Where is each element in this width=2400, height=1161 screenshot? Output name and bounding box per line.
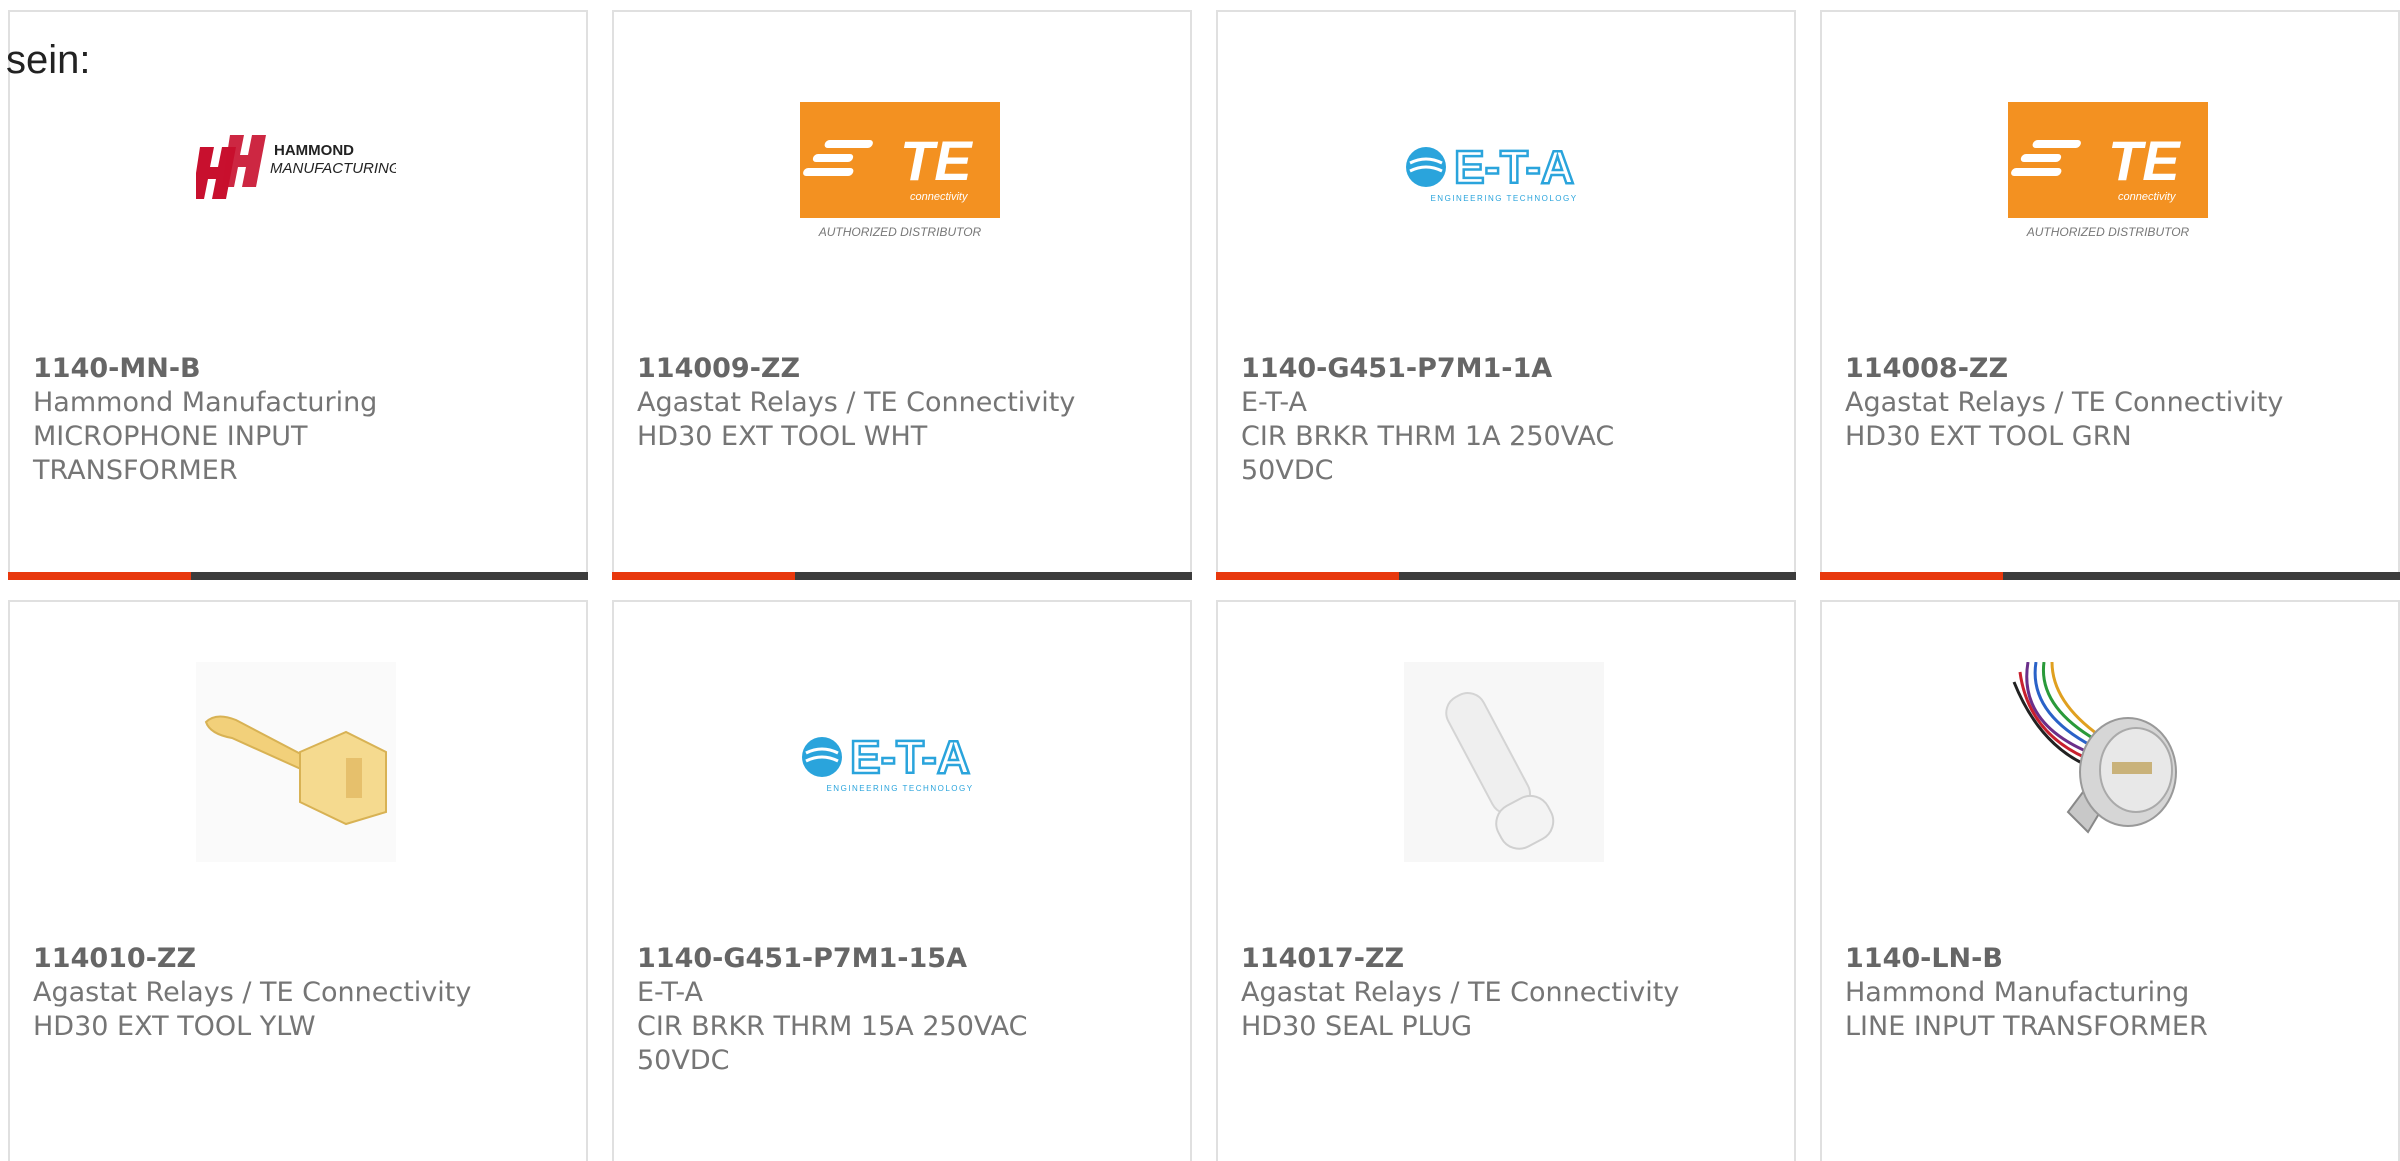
manufacturer-name: E-T-A: [637, 977, 703, 1008]
svg-text:MANUFACTURING.: MANUFACTURING.: [270, 160, 396, 177]
svg-text:HAMMOND: HAMMOND: [274, 142, 354, 159]
part-number-link[interactable]: 1140-LN-B: [1845, 942, 2365, 976]
part-number-link[interactable]: 114010-ZZ: [33, 942, 553, 976]
te-connectivity-logo: TE connectivity AUTHORIZED DISTRIBUTOR: [2008, 72, 2208, 272]
eta-logo: E-T-A ENGINEERING TECHNOLOGY: [1404, 72, 1604, 272]
product-card[interactable]: 114017-ZZ Agastat Relays / TE Connectivi…: [1216, 600, 1796, 1161]
manufacturer-name: Agastat Relays / TE Connectivity: [1241, 977, 1680, 1008]
manufacturer-name: Hammond Manufacturing: [33, 387, 378, 418]
part-number-link[interactable]: 1140-G451-P7M1-15A: [637, 942, 1157, 976]
part-number-link[interactable]: 114017-ZZ: [1241, 942, 1761, 976]
svg-text:connectivity: connectivity: [910, 191, 969, 203]
manufacturer-name: Agastat Relays / TE Connectivity: [33, 977, 472, 1008]
svg-text:AUTHORIZED DISTRIBUTOR: AUTHORIZED DISTRIBUTOR: [2026, 225, 2190, 239]
product-grid-page: sein: HAMMOND MANUFACTURING. 1140-MN-B H…: [0, 0, 2400, 1161]
svg-text:ENGINEERING TECHNOLOGY: ENGINEERING TECHNOLOGY: [1430, 194, 1577, 203]
manufacturer-name: Hammond Manufacturing: [1845, 977, 2190, 1008]
svg-text:AUTHORIZED DISTRIBUTOR: AUTHORIZED DISTRIBUTOR: [818, 225, 982, 239]
product-card[interactable]: HAMMOND MANUFACTURING. 1140-MN-B Hammond…: [8, 10, 588, 580]
part-number-link[interactable]: 1140-G451-P7M1-1A: [1241, 352, 1761, 386]
part-number-link[interactable]: 114008-ZZ: [1845, 352, 2365, 386]
product-card[interactable]: E-T-A ENGINEERING TECHNOLOGY 1140-G451-P…: [612, 600, 1192, 1161]
manufacturer-name: E-T-A: [1241, 387, 1307, 418]
card-bottom-bar: [1820, 572, 2400, 580]
manufacturer-name: Agastat Relays / TE Connectivity: [637, 387, 1076, 418]
svg-text:ENGINEERING TECHNOLOGY: ENGINEERING TECHNOLOGY: [826, 784, 973, 793]
transformer-photo: [2008, 662, 2208, 862]
product-description: HD30 SEAL PLUG: [1241, 1011, 1472, 1042]
svg-text:E-T-A: E-T-A: [1454, 141, 1574, 193]
card-bottom-bar: [8, 572, 588, 580]
product-card[interactable]: E-T-A ENGINEERING TECHNOLOGY 1140-G451-P…: [1216, 10, 1796, 580]
prefix-text: sein:: [6, 38, 91, 82]
product-description: LINE INPUT TRANSFORMER: [1845, 1011, 2208, 1042]
card-bottom-bar: [1216, 572, 1796, 580]
manufacturer-name: Agastat Relays / TE Connectivity: [1845, 387, 2284, 418]
product-description: MICROPHONE INPUT TRANSFORMER: [33, 421, 308, 486]
product-card[interactable]: 1140-LN-B Hammond Manufacturing LINE INP…: [1820, 600, 2400, 1161]
product-description: HD30 EXT TOOL WHT: [637, 421, 928, 452]
svg-text:TE: TE: [2108, 129, 2181, 192]
product-description: CIR BRKR THRM 15A 250VAC 50VDC: [637, 1011, 1028, 1076]
product-description: HD30 EXT TOOL YLW: [33, 1011, 316, 1042]
hammond-logo: HAMMOND MANUFACTURING.: [196, 72, 396, 272]
eta-logo: E-T-A ENGINEERING TECHNOLOGY: [800, 662, 1000, 862]
product-description: HD30 EXT TOOL GRN: [1845, 421, 2132, 452]
svg-text:TE: TE: [900, 129, 973, 192]
card-bottom-bar: [612, 572, 1192, 580]
svg-text:E-T-A: E-T-A: [850, 731, 970, 783]
part-number-link[interactable]: 1140-MN-B: [33, 352, 553, 386]
product-description: CIR BRKR THRM 1A 250VAC 50VDC: [1241, 421, 1615, 486]
yellow-extraction-tool-photo: [196, 662, 396, 862]
part-number-link[interactable]: 114009-ZZ: [637, 352, 1157, 386]
seal-plug-photo: [1404, 662, 1604, 862]
product-card[interactable]: 114010-ZZ Agastat Relays / TE Connectivi…: [8, 600, 588, 1161]
te-connectivity-logo: TE connectivity AUTHORIZED DISTRIBUTOR: [800, 72, 1000, 272]
svg-text:connectivity: connectivity: [2118, 191, 2177, 203]
product-card[interactable]: TE connectivity AUTHORIZED DISTRIBUTOR 1…: [612, 10, 1192, 580]
product-card[interactable]: TE connectivity AUTHORIZED DISTRIBUTOR 1…: [1820, 10, 2400, 580]
